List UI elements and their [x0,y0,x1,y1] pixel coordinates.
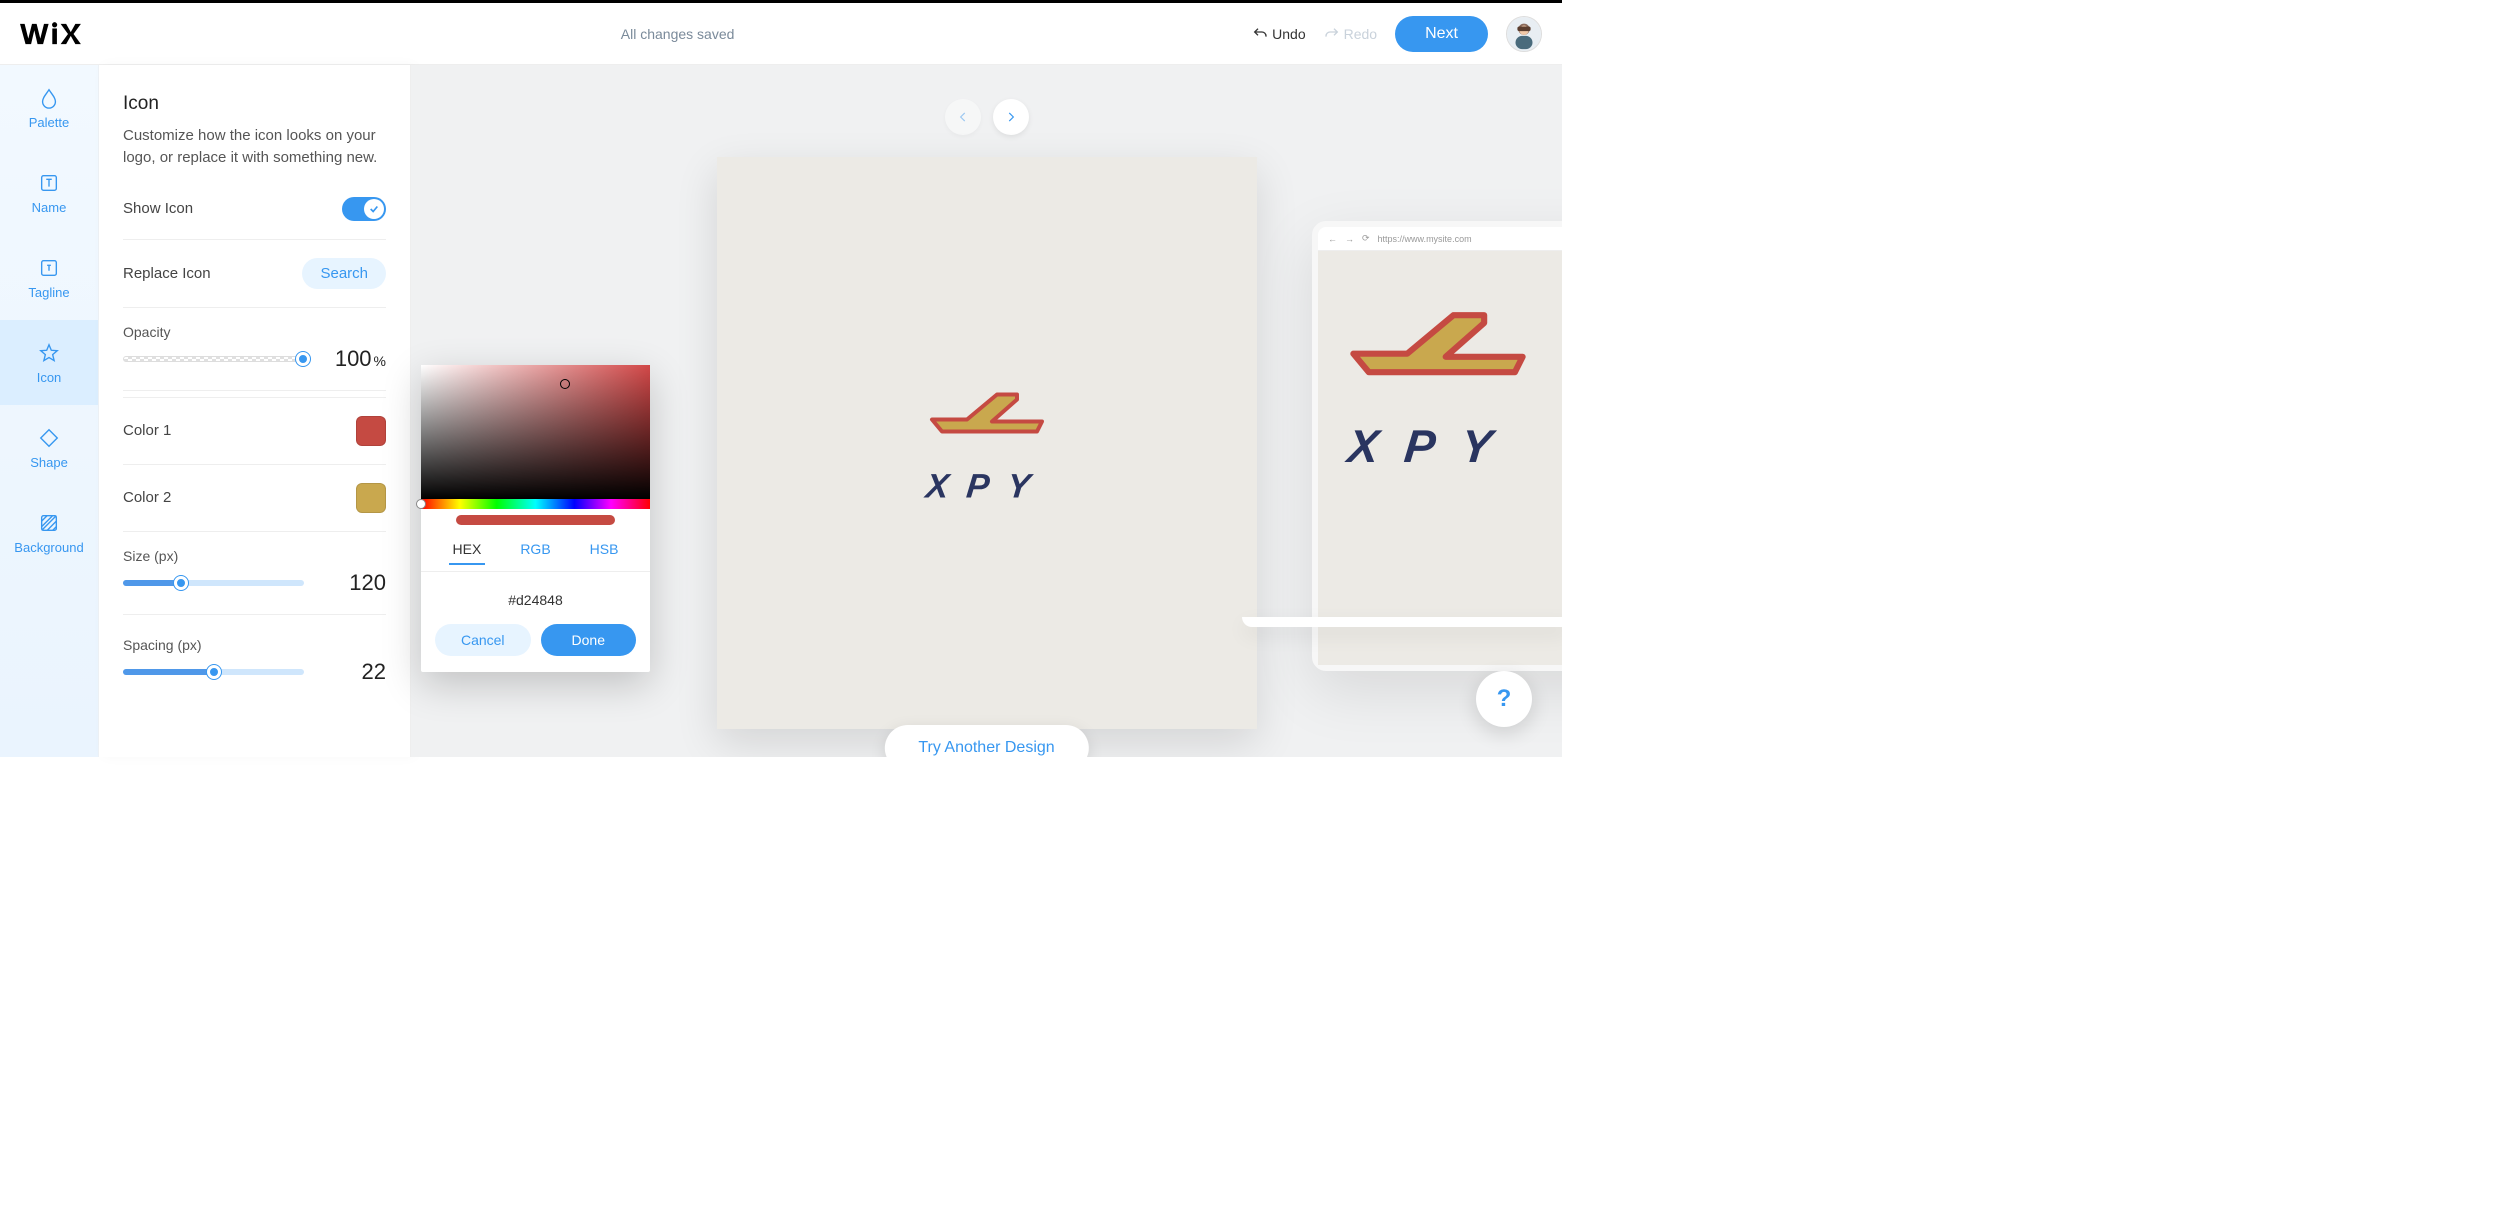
replace-icon-label: Replace Icon [123,265,211,282]
panel-description: Customize how the icon looks on your log… [123,125,386,169]
chevron-right-icon [1004,110,1018,124]
sidebar-item-label: Shape [30,455,68,470]
sidebar-item-label: Palette [29,115,69,130]
undo-label: Undo [1272,26,1305,42]
next-preview-button[interactable] [993,99,1029,135]
undo-redo-group: Undo Redo [1252,26,1377,42]
settings-panel: Icon Customize how the icon looks on you… [99,65,411,757]
sidebar-item-palette[interactable]: Palette [0,65,98,150]
sidebar-item-shape[interactable]: Shape [0,405,98,490]
show-icon-row: Show Icon [123,179,386,239]
hex-value[interactable]: #d24848 [421,572,650,624]
color1-swatch[interactable] [356,416,386,446]
sidebar-item-label: Name [32,200,67,215]
spacing-value: 22 [324,659,386,685]
hue-thumb[interactable] [416,499,426,509]
panel-title: Icon [123,93,386,115]
device-logo-icon [1338,291,1538,401]
sidebar-item-label: Tagline [28,285,69,300]
show-icon-label: Show Icon [123,200,193,217]
opacity-slider[interactable] [123,356,304,362]
next-button[interactable]: Next [1395,16,1488,52]
color2-label: Color 2 [123,489,171,506]
sidebar-item-icon[interactable]: Icon [0,320,98,405]
help-button[interactable]: ? [1476,671,1532,727]
spacing-label: Spacing (px) [123,637,386,653]
opacity-label: Opacity [123,324,386,340]
picker-done-button[interactable]: Done [541,624,637,656]
device-preview: ← → ⟳ https://www.mysite.com XPY [1312,221,1562,671]
sv-thumb[interactable] [560,379,570,389]
color1-label: Color 1 [123,422,171,439]
size-value: 120 [324,570,386,596]
refresh-icon: ⟳ [1362,233,1370,244]
text-icon [38,172,60,194]
saturation-value-panel[interactable] [421,365,650,499]
logo-preview-card: XPY [717,157,1257,729]
chevron-left-icon [956,110,970,124]
app-header: All changes saved Undo Redo Next [0,3,1562,65]
sidebar-item-tagline[interactable]: Tagline [0,235,98,320]
replace-icon-row: Replace Icon Search [123,239,386,307]
undo-button[interactable]: Undo [1252,26,1305,42]
avatar[interactable] [1506,16,1542,52]
size-label: Size (px) [123,548,386,564]
help-icon: ? [1497,685,1512,713]
sidebar-item-name[interactable]: Name [0,150,98,235]
color2-row: Color 2 [123,464,386,531]
logo-text: XPY [919,468,1053,507]
color2-swatch[interactable] [356,483,386,513]
wix-logo[interactable] [20,22,103,46]
redo-button[interactable]: Redo [1324,26,1377,42]
redo-label: Redo [1344,26,1377,42]
droplet-icon [38,87,60,109]
try-another-design-button[interactable]: Try Another Design [884,725,1088,757]
hatch-icon [38,512,60,534]
color-picker-popover: HEX RGB HSB #d24848 Cancel Done [421,365,650,672]
color1-row: Color 1 [123,397,386,464]
color-preview-bar [456,515,615,525]
tab-hex[interactable]: HEX [449,535,486,565]
check-icon [369,204,379,214]
picker-tabs: HEX RGB HSB [421,535,650,572]
hue-slider[interactable] [421,499,650,509]
small-text-icon [38,257,60,279]
device-logo-text: XPY [1345,419,1562,473]
sidebar-item-label: Icon [37,370,62,385]
save-status: All changes saved [103,26,1252,42]
back-arrow-icon: ← [1328,234,1337,244]
preview-nav [945,99,1029,135]
prev-preview-button[interactable] [945,99,981,135]
sidebar: Palette Name Tagline Icon Shape Backgrou… [0,65,99,757]
diamond-icon [38,427,60,449]
size-slider[interactable] [123,580,304,586]
tab-hsb[interactable]: HSB [586,535,623,565]
search-icon-button[interactable]: Search [302,258,386,289]
tab-rgb[interactable]: RGB [516,535,554,565]
picker-cancel-button[interactable]: Cancel [435,624,531,656]
show-icon-toggle[interactable] [342,197,386,221]
star-icon [38,342,60,364]
device-url: https://www.mysite.com [1378,234,1472,244]
logo-icon [922,380,1052,450]
sidebar-item-background[interactable]: Background [0,490,98,575]
forward-arrow-icon: → [1345,234,1354,244]
spacing-slider[interactable] [123,669,304,675]
opacity-value: 100% [324,346,386,372]
sidebar-item-label: Background [14,540,83,555]
